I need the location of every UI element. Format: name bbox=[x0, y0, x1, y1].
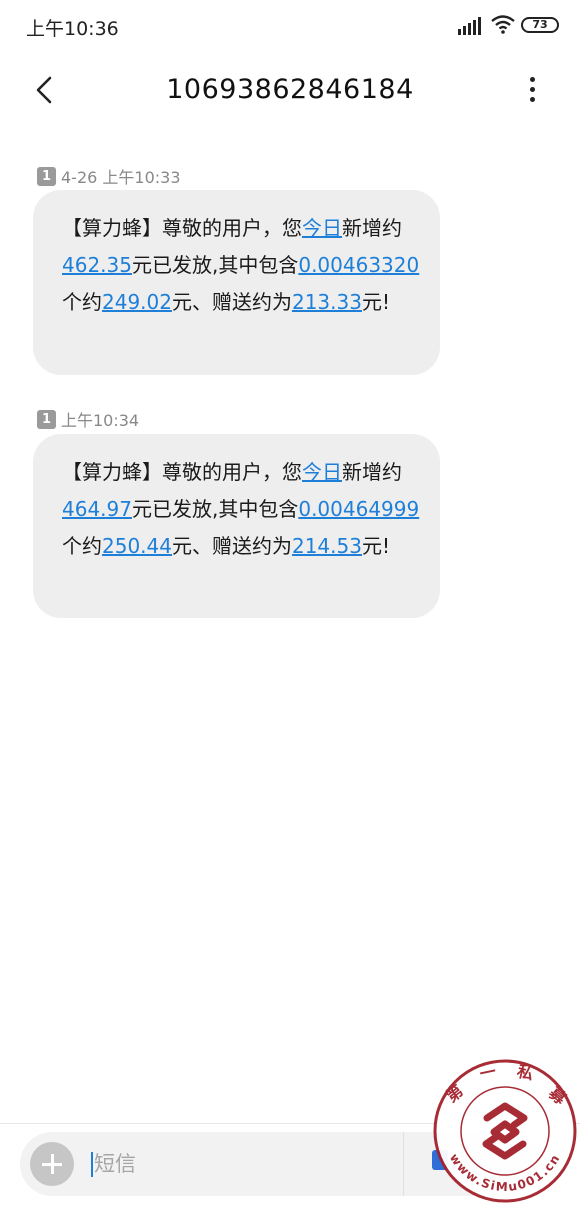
contact-title: 10693862846184 bbox=[166, 74, 414, 105]
more-dot-icon bbox=[530, 97, 535, 102]
watermark-logo: 第 一 私 募 www.SiMu001.cn bbox=[433, 1059, 577, 1203]
number-link[interactable]: 214.53 bbox=[292, 534, 362, 558]
number-link[interactable]: 0.00463320 bbox=[298, 253, 419, 277]
number-link[interactable]: 0.00464999 bbox=[298, 497, 419, 521]
sim-card-icon: 1 bbox=[37, 166, 56, 186]
text-cursor bbox=[91, 1152, 93, 1177]
battery-icon: 73 bbox=[521, 17, 559, 33]
message-timestamp: 4-26 上午10:33 bbox=[61, 168, 181, 187]
more-dot-icon bbox=[530, 87, 535, 92]
message-text: 新增约 bbox=[342, 460, 402, 484]
signal-icon bbox=[458, 17, 481, 35]
date-link[interactable]: 今日 bbox=[302, 460, 342, 484]
message-meta: 1 上午10:34 bbox=[37, 408, 139, 430]
number-link[interactable]: 462.35 bbox=[62, 253, 132, 277]
message-bubble[interactable]: 【算力蜂】尊敬的用户，您今日新增约 464.97元已发放,其中包含0.004649… bbox=[33, 434, 440, 618]
number-link[interactable]: 464.97 bbox=[62, 497, 132, 521]
date-link[interactable]: 今日 bbox=[302, 216, 342, 240]
message-meta: 1 4-26 上午10:33 bbox=[37, 165, 181, 187]
status-time: 上午10:36 bbox=[26, 18, 119, 40]
message-text: 【算力蜂】尊敬的用户，您 bbox=[62, 216, 302, 240]
wifi-icon bbox=[491, 15, 515, 34]
status-bar: 上午10:36 73 bbox=[0, 0, 580, 52]
conversation-header: 10693862846184 bbox=[0, 58, 580, 124]
more-options-button[interactable] bbox=[516, 72, 548, 108]
message-bubble[interactable]: 【算力蜂】尊敬的用户，您今日新增约 462.35元已发放,其中包含0.004633… bbox=[33, 190, 440, 375]
divider bbox=[403, 1132, 404, 1196]
add-attachment-button[interactable] bbox=[30, 1142, 74, 1186]
message-text: 个约 bbox=[62, 290, 102, 314]
message-text: 元! bbox=[361, 290, 390, 314]
message-text: 元已发放,其中包含 bbox=[131, 253, 299, 277]
number-link[interactable]: 213.33 bbox=[292, 290, 362, 314]
message-timestamp: 上午10:34 bbox=[61, 411, 140, 430]
more-dot-icon bbox=[530, 77, 535, 82]
number-link[interactable]: 250.44 bbox=[102, 534, 172, 558]
message-input[interactable] bbox=[94, 1143, 394, 1185]
message-text: 元、赠送约为 bbox=[171, 290, 292, 314]
message-text: 个约 bbox=[62, 534, 102, 558]
message-text: 元、赠送约为 bbox=[171, 534, 292, 558]
number-link[interactable]: 249.02 bbox=[102, 290, 172, 314]
message-text: 【算力蜂】尊敬的用户，您 bbox=[62, 460, 302, 484]
message-text: 元! bbox=[361, 534, 390, 558]
message-text: 新增约 bbox=[342, 216, 402, 240]
message-text: 元已发放,其中包含 bbox=[131, 497, 299, 521]
sim-card-icon: 1 bbox=[37, 409, 56, 429]
